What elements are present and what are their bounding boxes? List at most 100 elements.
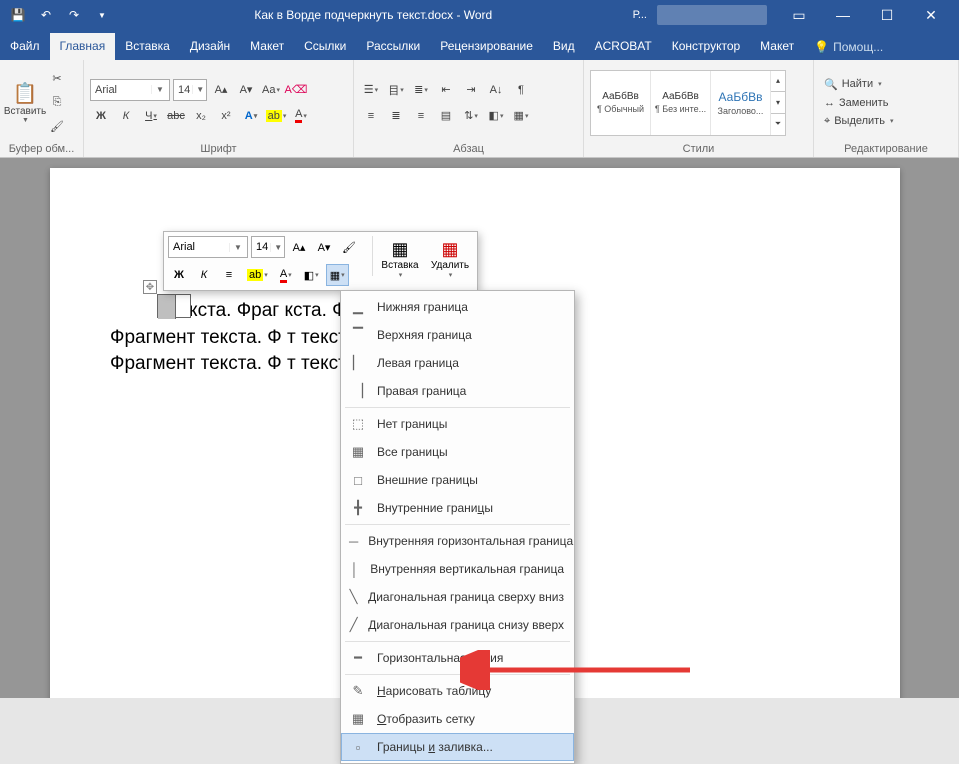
maximize-icon[interactable]: ☐ [865, 0, 909, 30]
tab-insert[interactable]: Вставка [115, 33, 180, 60]
menu-inside-borders[interactable]: ╋Внутренние границы [341, 494, 574, 522]
underline-button[interactable]: Ч▾ [140, 105, 162, 127]
style-normal[interactable]: АаБбВв ¶ Обычный [591, 71, 651, 135]
bold-button[interactable]: Ж [90, 105, 112, 127]
copy-icon[interactable]: ⎘ [46, 92, 68, 114]
italic-button[interactable]: К [115, 105, 137, 127]
change-case-icon[interactable]: Aa▾ [260, 79, 282, 101]
font-name-combo[interactable]: Arial ▼ [90, 79, 170, 101]
tab-acrobat[interactable]: ACROBAT [585, 33, 662, 60]
mini-shrink-font-icon[interactable]: A▾ [313, 236, 335, 258]
shading-icon[interactable]: ◧▾ [485, 105, 507, 127]
qat-customize-icon[interactable]: ▼ [90, 3, 114, 27]
menu-view-gridlines[interactable]: ▦Отобразить сетку [341, 705, 574, 733]
menu-diagonal-up[interactable]: ╱Диагональная граница снизу вверх [341, 611, 574, 639]
border-top-icon: ▔ [349, 326, 367, 344]
menu-horizontal-line[interactable]: ━Горизонтальная линия [341, 644, 574, 672]
mini-borders-icon[interactable]: ▦▾ [326, 264, 349, 286]
increase-indent-icon[interactable]: ⇥ [460, 79, 482, 101]
tab-references[interactable]: Ссылки [294, 33, 356, 60]
tab-layout[interactable]: Макет [240, 33, 294, 60]
menu-inside-vertical[interactable]: │Внутренняя вертикальная граница [341, 555, 574, 583]
tab-layout2[interactable]: Макет [750, 33, 804, 60]
grow-font-icon[interactable]: A▴ [210, 79, 232, 101]
ribbon-options-icon[interactable]: ▭ [777, 0, 821, 30]
menu-left-border[interactable]: ▏Левая граница [341, 349, 574, 377]
menu-bottom-border[interactable]: ▁Нижняя граница [341, 293, 574, 321]
tell-me-search[interactable]: 💡 Помощ... [804, 34, 893, 60]
strikethrough-button[interactable]: abc [165, 105, 187, 127]
subscript-button[interactable]: x₂ [190, 105, 212, 127]
tab-home[interactable]: Главная [50, 33, 116, 60]
menu-inside-horizontal[interactable]: ─Внутренняя горизонтальная граница [341, 527, 574, 555]
chevron-down-icon: ▾ [399, 271, 403, 279]
align-left-icon[interactable]: ≡ [360, 105, 382, 127]
show-marks-icon[interactable]: ¶ [510, 79, 532, 101]
line-spacing-icon[interactable]: ⇅▾ [460, 105, 482, 127]
justify-icon[interactable]: ▤ [435, 105, 457, 127]
tab-constructor[interactable]: Конструктор [662, 33, 750, 60]
menu-no-border[interactable]: ⬚Нет границы [341, 410, 574, 438]
table-move-handle-icon[interactable]: ✥ [143, 280, 157, 294]
mini-bold-button[interactable]: Ж [168, 264, 190, 286]
align-center-icon[interactable]: ≣ [385, 105, 407, 127]
menu-right-border[interactable]: ▕Правая граница [341, 377, 574, 405]
find-button[interactable]: 🔍 Найти ▾ [820, 76, 897, 93]
close-icon[interactable]: ✕ [909, 0, 953, 30]
menu-draw-table[interactable]: ✎Нарисовать таблицу [341, 677, 574, 705]
tab-mailings[interactable]: Рассылки [356, 33, 430, 60]
mini-grow-font-icon[interactable]: A▴ [288, 236, 310, 258]
paste-button[interactable]: 📋 Вставить ▼ [6, 78, 44, 128]
menu-all-borders[interactable]: ▦Все границы [341, 438, 574, 466]
save-icon[interactable]: 💾 [6, 3, 30, 27]
mini-font-name-combo[interactable]: Arial ▼ [168, 236, 248, 258]
menu-borders-and-shading[interactable]: ▫Границы и заливка... [341, 733, 574, 761]
undo-icon[interactable]: ↶ [34, 3, 58, 27]
font-size-combo[interactable]: 14 ▼ [173, 79, 207, 101]
mini-italic-button[interactable]: К [193, 264, 215, 286]
mini-highlight-icon[interactable]: ab▾ [243, 264, 272, 286]
select-button[interactable]: ⌖ Выделить ▾ [820, 113, 897, 130]
sort-icon[interactable]: A↓ [485, 79, 507, 101]
format-painter-icon[interactable]: 🖌 [46, 116, 68, 138]
redo-icon[interactable]: ↷ [62, 3, 86, 27]
group-editing: 🔍 Найти ▾ ↔ Заменить ⌖ Выделить ▾ Редакт… [814, 60, 959, 157]
mini-insert-button[interactable]: ▦ Вставка ▾ [377, 236, 423, 284]
tab-review[interactable]: Рецензирование [430, 33, 543, 60]
style-heading[interactable]: АаБбВв Заголово... [711, 71, 771, 135]
shrink-font-icon[interactable]: A▾ [235, 79, 257, 101]
tab-file[interactable]: Файл [0, 33, 50, 60]
menu-diagonal-down[interactable]: ╲Диагональная граница сверху вниз [341, 583, 574, 611]
clear-formatting-icon[interactable]: A⌫ [285, 79, 307, 101]
mini-format-painter-icon[interactable]: 🖌 [338, 236, 360, 258]
superscript-button[interactable]: x² [215, 105, 237, 127]
replace-button[interactable]: ↔ Заменить [820, 95, 897, 111]
text-effects-icon[interactable]: A▾ [240, 105, 262, 127]
styles-up-icon[interactable]: ▴ [771, 71, 785, 93]
borders-icon[interactable]: ▦▾ [510, 105, 532, 127]
minimize-icon[interactable]: — [821, 0, 865, 30]
selected-table-cell[interactable] [157, 294, 191, 318]
cut-icon[interactable]: ✂ [46, 68, 68, 90]
menu-top-border[interactable]: ▔Верхняя граница [341, 321, 574, 349]
user-abbrev: Р... [633, 9, 647, 21]
numbering-icon[interactable]: ⽬▾ [385, 79, 407, 101]
styles-more-icon[interactable]: ⏷ [771, 114, 785, 135]
styles-down-icon[interactable]: ▾ [771, 92, 785, 114]
highlight-icon[interactable]: ab▾ [265, 105, 287, 127]
decrease-indent-icon[interactable]: ⇤ [435, 79, 457, 101]
menu-outside-borders[interactable]: □Внешние границы [341, 466, 574, 494]
mini-align-icon[interactable]: ≡ [218, 264, 240, 286]
style-no-spacing[interactable]: АаБбВв ¶ Без инте... [651, 71, 711, 135]
mini-delete-button[interactable]: ▦ Удалить ▾ [427, 236, 473, 284]
tab-view[interactable]: Вид [543, 33, 585, 60]
align-right-icon[interactable]: ≡ [410, 105, 432, 127]
mini-font-size-combo[interactable]: 14 ▼ [251, 236, 285, 258]
mini-shading-icon[interactable]: ◧▾ [300, 264, 323, 286]
tab-design[interactable]: Дизайн [180, 33, 240, 60]
font-color-icon[interactable]: A▾ [290, 105, 312, 127]
mini-font-color-icon[interactable]: A▾ [275, 264, 297, 286]
bullets-icon[interactable]: ☰▾ [360, 79, 382, 101]
separator [372, 236, 373, 276]
multilevel-list-icon[interactable]: ≣▾ [410, 79, 432, 101]
